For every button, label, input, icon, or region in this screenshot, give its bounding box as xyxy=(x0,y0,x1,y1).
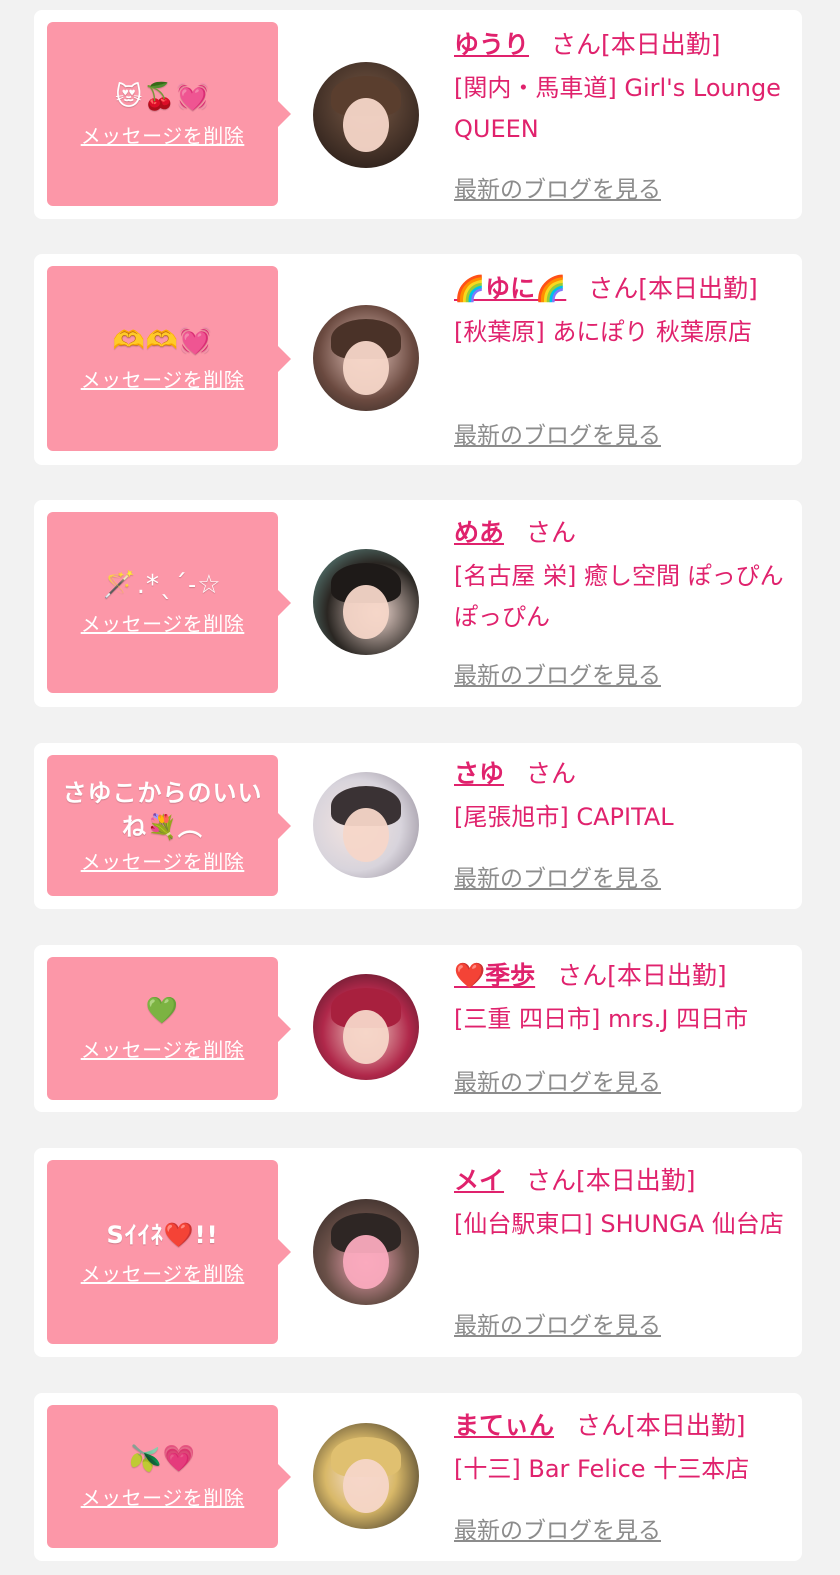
status-label: [本日出勤] xyxy=(576,1166,696,1195)
message-bubble: 😻🍒💓 メッセージを削除 xyxy=(47,22,291,206)
avatar[interactable] xyxy=(313,305,419,411)
message-card: 😻🍒💓 メッセージを削除 ゆうり さん[本日出勤] [関内・馬車道] Girl's… xyxy=(34,10,802,219)
delete-message-link[interactable]: メッセージを削除 xyxy=(81,120,245,149)
entry-info: さゆ さん [尾張旭市] CAPITAL xyxy=(454,755,794,838)
entry-info: まてぃん さん[本日出勤] [十三] Bar Felice 十三本店 xyxy=(454,1407,794,1490)
honorific: さん xyxy=(551,30,602,59)
delete-message-link[interactable]: メッセージを削除 xyxy=(81,1482,245,1511)
honorific: さん xyxy=(557,961,608,990)
message-bubble: 🫒💗 メッセージを削除 xyxy=(47,1405,291,1548)
message-bubble: 🪄.*ˎˊ˗☆ メッセージを削除 xyxy=(47,512,291,693)
avatar[interactable] xyxy=(313,549,419,655)
latest-blog-link[interactable]: 最新のブログを見る xyxy=(454,1511,661,1545)
shop-name: [十三] Bar Felice 十三本店 xyxy=(454,1455,750,1483)
entry-info: ゆうり さん[本日出勤] [関内・馬車道] Girl's Lounge QUEEN xyxy=(454,26,794,150)
entry-info: 🌈ゆに🌈 さん[本日出勤] [秋葉原] あにぽり 秋葉原店 xyxy=(454,270,794,353)
entry-info: ❤️季歩 さん[本日出勤] [三重 四日市] mrs.J 四日市 xyxy=(454,957,794,1040)
name-link[interactable]: さゆ xyxy=(454,759,504,788)
message-text: 💚 xyxy=(145,996,180,1026)
name-link[interactable]: メイ xyxy=(454,1166,504,1195)
message-list: 😻🍒💓 メッセージを削除 ゆうり さん[本日出勤] [関内・馬車道] Girl's… xyxy=(0,0,840,1575)
status-label: [本日出勤] xyxy=(638,274,758,303)
name-row: 🌈ゆに🌈 さん[本日出勤] xyxy=(454,270,794,308)
latest-blog-link[interactable]: 最新のブログを見る xyxy=(454,1063,661,1097)
delete-message-link[interactable]: メッセージを削除 xyxy=(81,364,245,393)
shop-name: [三重 四日市] mrs.J 四日市 xyxy=(454,1005,749,1033)
name-link[interactable]: ゆうり xyxy=(454,30,529,59)
message-bubble: Sｲｲﾈ❤️!! メッセージを削除 xyxy=(47,1160,291,1344)
name-link[interactable]: まてぃん xyxy=(454,1411,554,1440)
name-row: まてぃん さん[本日出勤] xyxy=(454,1407,794,1445)
message-text: 😻🍒💓 xyxy=(115,81,210,112)
avatar[interactable] xyxy=(313,1423,419,1529)
shop-name: [名古屋 栄] 癒し空間 ぽっぴんぽっぴん xyxy=(454,562,784,631)
shop-name: [秋葉原] あにぽり 秋葉原店 xyxy=(454,318,752,346)
delete-message-link[interactable]: メッセージを削除 xyxy=(81,608,245,637)
honorific: さん xyxy=(576,1411,627,1440)
message-card: さゆこからのいいね💐︵ メッセージを削除 さゆ さん [尾張旭市] CAPITAL… xyxy=(34,743,802,909)
message-card: 🫶🫶💓 メッセージを削除 🌈ゆに🌈 さん[本日出勤] [秋葉原] あにぽり 秋葉原… xyxy=(34,254,802,465)
entry-info: めあ さん [名古屋 栄] 癒し空間 ぽっぴんぽっぴん xyxy=(454,514,794,638)
message-card: 🪄.*ˎˊ˗☆ メッセージを削除 めあ さん [名古屋 栄] 癒し空間 ぽっぴんぽ… xyxy=(34,500,802,707)
message-card: Sｲｲﾈ❤️!! メッセージを削除 メイ さん[本日出勤] [仙台駅東口] SHU… xyxy=(34,1148,802,1357)
message-bubble: 🫶🫶💓 メッセージを削除 xyxy=(47,266,291,451)
name-row: ❤️季歩 さん[本日出勤] xyxy=(454,957,794,995)
honorific: さん xyxy=(526,1166,577,1195)
delete-message-link[interactable]: メッセージを削除 xyxy=(81,1258,245,1287)
honorific: さん xyxy=(526,518,577,547)
shop-name: [関内・馬車道] Girl's Lounge QUEEN xyxy=(454,74,781,143)
name-row: ゆうり さん[本日出勤] xyxy=(454,26,794,64)
message-text: 🪄.*ˎˊ˗☆ xyxy=(103,570,222,600)
entry-info: メイ さん[本日出勤] [仙台駅東口] SHUNGA 仙台店 xyxy=(454,1162,794,1245)
avatar[interactable] xyxy=(313,974,419,1080)
shop-name: [仙台駅東口] SHUNGA 仙台店 xyxy=(454,1210,784,1238)
latest-blog-link[interactable]: 最新のブログを見る xyxy=(454,170,661,204)
shop-name: [尾張旭市] CAPITAL xyxy=(454,803,674,831)
latest-blog-link[interactable]: 最新のブログを見る xyxy=(454,656,661,690)
delete-message-link[interactable]: メッセージを削除 xyxy=(81,846,245,875)
honorific: さん xyxy=(526,759,577,788)
avatar[interactable] xyxy=(313,62,419,168)
message-bubble: 💚 メッセージを削除 xyxy=(47,957,291,1100)
status-label: [本日出勤] xyxy=(601,30,721,59)
name-row: めあ さん xyxy=(454,514,794,552)
message-text: さゆこからのいいね💐︵ xyxy=(62,779,263,841)
latest-blog-link[interactable]: 最新のブログを見る xyxy=(454,1306,661,1340)
message-text: 🫒💗 xyxy=(129,1444,196,1474)
message-text: Sｲｲﾈ❤️!! xyxy=(106,1220,219,1249)
message-card: 🫒💗 メッセージを削除 まてぃん さん[本日出勤] [十三] Bar Felice… xyxy=(34,1393,802,1561)
name-link[interactable]: 🌈ゆに🌈 xyxy=(454,274,566,303)
status-label: [本日出勤] xyxy=(626,1411,746,1440)
message-text: 🫶🫶💓 xyxy=(112,326,213,356)
name-link[interactable]: ❤️季歩 xyxy=(454,961,535,990)
name-row: さゆ さん xyxy=(454,755,794,793)
delete-message-link[interactable]: メッセージを削除 xyxy=(81,1034,245,1063)
message-card: 💚 メッセージを削除 ❤️季歩 さん[本日出勤] [三重 四日市] mrs.J 四… xyxy=(34,945,802,1112)
latest-blog-link[interactable]: 最新のブログを見る xyxy=(454,416,661,450)
name-row: メイ さん[本日出勤] xyxy=(454,1162,794,1200)
status-label: [本日出勤] xyxy=(607,961,727,990)
name-link[interactable]: めあ xyxy=(454,518,504,547)
message-bubble: さゆこからのいいね💐︵ メッセージを削除 xyxy=(47,755,291,896)
avatar[interactable] xyxy=(313,1199,419,1305)
avatar[interactable] xyxy=(313,772,419,878)
latest-blog-link[interactable]: 最新のブログを見る xyxy=(454,859,661,893)
honorific: さん xyxy=(588,274,639,303)
